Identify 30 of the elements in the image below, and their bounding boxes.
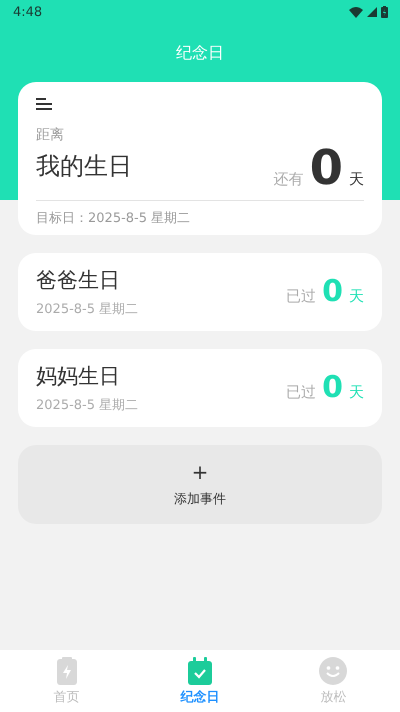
menu-button[interactable] xyxy=(36,96,54,112)
event-date: 2025-8-5 星期二 xyxy=(36,397,138,414)
calendar-check-icon xyxy=(186,656,213,684)
smiley-icon xyxy=(319,656,348,684)
days-lead: 已过 xyxy=(286,383,316,402)
signal-icon xyxy=(367,7,377,17)
add-event-label: 添加事件 xyxy=(174,490,226,508)
add-event-button[interactable]: + 添加事件 xyxy=(18,445,382,524)
target-date: 目标日：2025-8-5 星期二 xyxy=(36,210,192,227)
page-title: 纪念日 xyxy=(176,42,224,64)
days-lead: 已过 xyxy=(286,287,316,306)
days-unit: 天 xyxy=(349,287,364,306)
event-card[interactable]: 妈妈生日 2025-8-5 星期二 已过 0 天 xyxy=(18,349,382,427)
days-count: 0 xyxy=(310,144,343,192)
days-unit: 天 xyxy=(349,383,364,402)
battery-status-icon xyxy=(381,6,388,18)
plus-icon: + xyxy=(192,462,208,482)
days-count: 0 xyxy=(322,373,343,403)
event-name: 妈妈生日 xyxy=(36,363,121,390)
days-count: 0 xyxy=(322,277,343,307)
days-unit: 天 xyxy=(349,170,364,189)
days-lead: 还有 xyxy=(274,170,304,189)
wifi-icon xyxy=(349,6,363,18)
event-card[interactable]: 爸爸生日 2025-8-5 星期二 已过 0 天 xyxy=(18,253,382,331)
status-time: 4:48 xyxy=(13,4,42,20)
event-name: 爸爸生日 xyxy=(36,267,121,294)
event-name: 我的生日 xyxy=(36,151,132,182)
event-date: 2025-8-5 星期二 xyxy=(36,301,138,318)
battery-icon xyxy=(56,656,78,684)
prefix-label: 距离 xyxy=(36,126,65,144)
